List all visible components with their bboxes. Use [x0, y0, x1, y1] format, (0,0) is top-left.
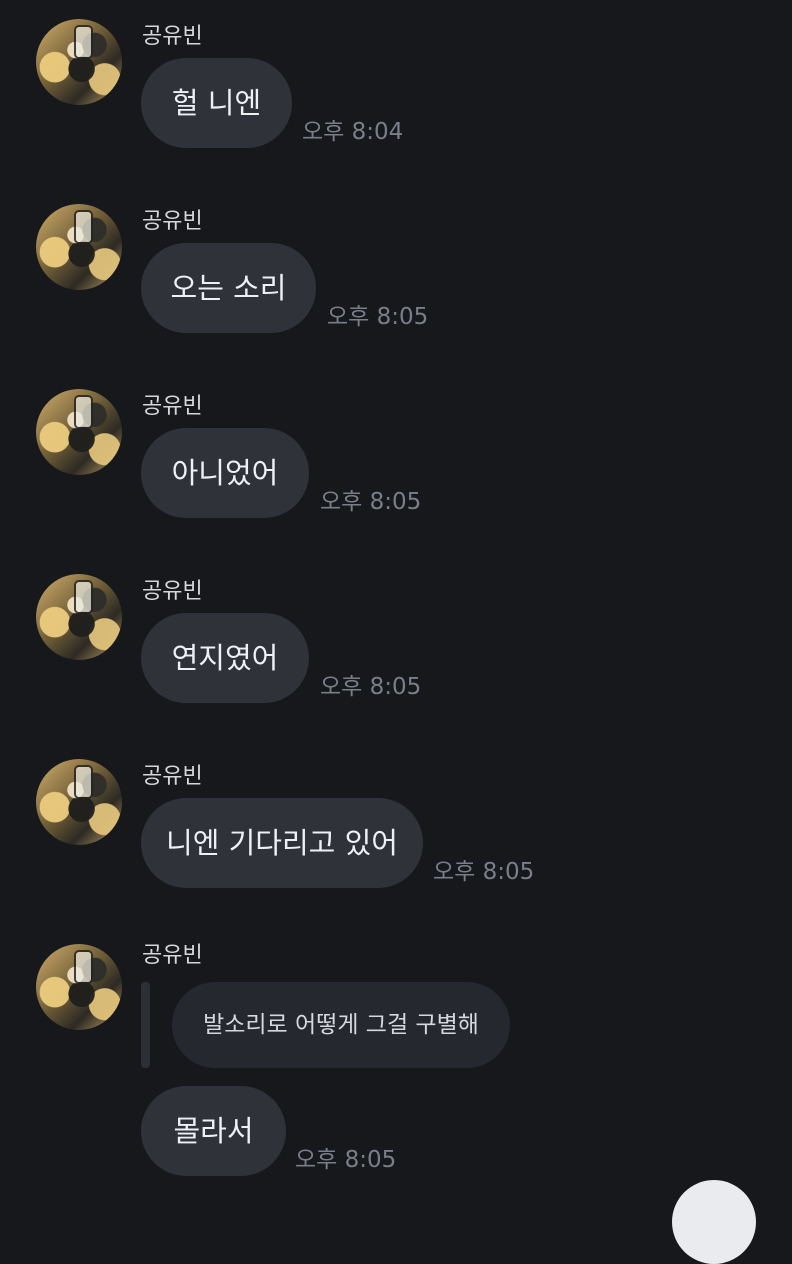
avatar[interactable]	[36, 759, 122, 845]
sender-name: 공유빈	[142, 209, 203, 234]
message-time: 오후 8:05	[320, 489, 422, 515]
message-bubble[interactable]: 몰라서	[141, 1086, 286, 1176]
message-time: 오후 8:05	[320, 674, 422, 700]
message-bubble[interactable]: 오는 소리	[141, 243, 316, 333]
avatar[interactable]	[36, 944, 122, 1030]
message-time: 오후 8:05	[433, 859, 535, 885]
sender-name: 공유빈	[142, 394, 203, 419]
avatar[interactable]	[36, 204, 122, 290]
avatar[interactable]	[36, 19, 122, 105]
message-bubble[interactable]: 아니었어	[141, 428, 309, 518]
sender-name: 공유빈	[142, 943, 203, 968]
message-bubble[interactable]: 연지였어	[141, 613, 309, 703]
message-bubble[interactable]: 헐 니엔	[141, 58, 292, 148]
message-time: 오후 8:05	[327, 304, 429, 330]
avatar[interactable]	[36, 574, 122, 660]
message-bubble[interactable]: 니엔 기다리고 있어	[141, 798, 423, 888]
message-time: 오후 8:04	[302, 119, 404, 145]
reply-indicator	[141, 982, 150, 1068]
sender-name: 공유빈	[142, 24, 203, 49]
avatar[interactable]	[36, 389, 122, 475]
message-time: 오후 8:05	[295, 1147, 397, 1173]
quoted-message-bubble[interactable]: 발소리로 어떻게 그걸 구별해	[172, 982, 510, 1068]
sender-name: 공유빈	[142, 579, 203, 604]
scroll-down-button[interactable]	[672, 1180, 756, 1264]
sender-name: 공유빈	[142, 764, 203, 789]
chat-message-list: 공유빈 헐 니엔 오후 8:04 공유빈 오는 소리 오후 8:05 공유빈 아…	[0, 0, 792, 1264]
